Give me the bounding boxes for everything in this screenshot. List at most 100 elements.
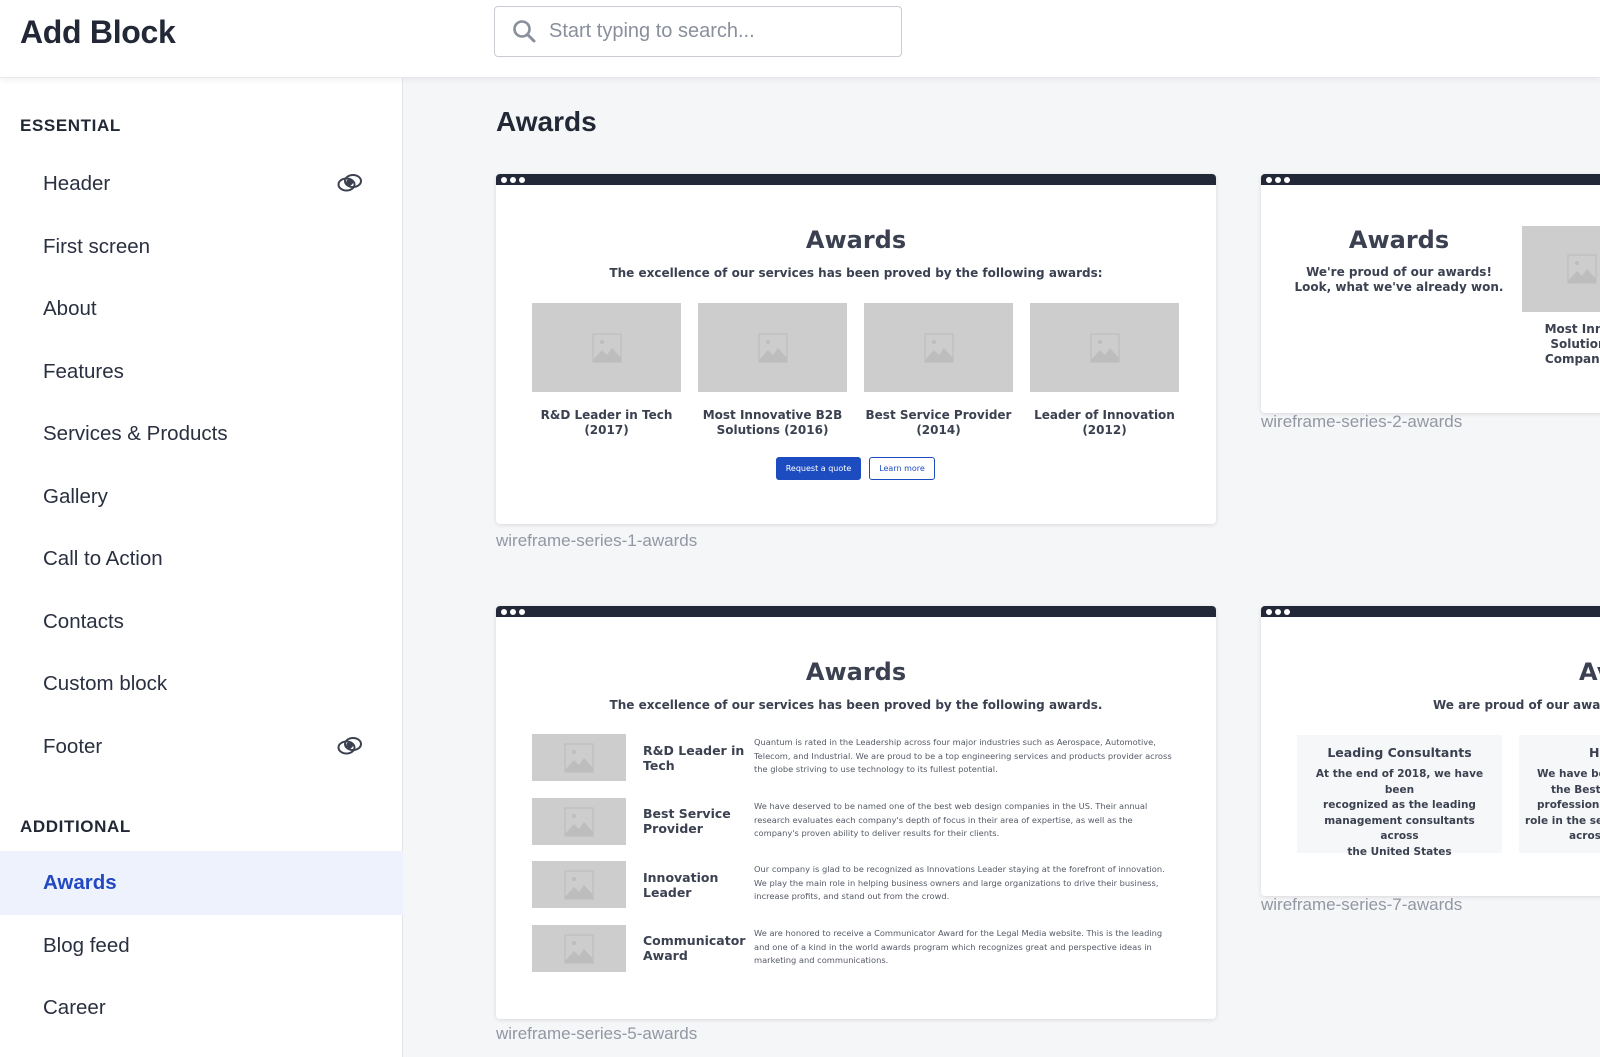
sidebar-item-label: Features — [43, 360, 124, 383]
search-box[interactable] — [494, 6, 902, 57]
sidebar-item-label: First screen — [43, 235, 151, 258]
award-box: Hi We have bee the Best I professional r… — [1519, 735, 1600, 853]
sidebar-item-call-to-action[interactable]: Call to Action — [0, 527, 403, 591]
award-name: Most Innovative B2B — [702, 408, 843, 422]
award-box-title: Hi — [1589, 745, 1600, 760]
page-title: Add Block — [20, 14, 176, 50]
window-dot-icon — [1266, 176, 1272, 183]
sidebar-item-gallery[interactable]: Gallery — [0, 465, 403, 529]
window-dot-icon — [519, 176, 525, 183]
award-title-line: Leader — [643, 885, 692, 900]
award-year: (2012) — [1082, 423, 1127, 437]
image-placeholder — [532, 734, 626, 781]
sidebar-item-label: Services & Products — [43, 422, 228, 445]
subtitle-line: Look, what we've already won. — [1294, 280, 1504, 294]
visibility-toggle-icon[interactable] — [336, 172, 364, 194]
award-row-title: Innovation Leader — [643, 870, 718, 900]
sidebar-item-footer[interactable]: Footer — [0, 715, 403, 779]
template-card-series-2[interactable]: Awards We're proud of our awards! Look, … — [1261, 174, 1600, 413]
window-dot-icon — [1266, 608, 1272, 615]
sidebar-item-label: Call to Action — [43, 547, 163, 570]
subtitle-line: We're proud of our awards! — [1306, 265, 1492, 279]
image-placeholder — [532, 925, 626, 972]
window-dot-icon — [501, 608, 507, 615]
text-line: management consultants across — [1324, 814, 1475, 843]
search-input[interactable] — [549, 20, 879, 43]
award-row-title: Best Service Provider — [643, 806, 731, 836]
award-row-text: Quantum is rated in the Leadership acros… — [754, 737, 1172, 774]
image-icon — [564, 869, 594, 900]
preview-title: Awards — [805, 658, 907, 686]
sidebar-item-header[interactable]: Header — [0, 152, 403, 216]
award-name: Companies — [1544, 352, 1600, 366]
award-title-line: Best Service — [643, 806, 731, 821]
award-caption: Leader of Innovation (2012) — [1020, 408, 1189, 438]
visibility-toggle-icon[interactable] — [336, 735, 364, 757]
sidebar-item-contacts[interactable]: Contacts — [0, 590, 403, 654]
sidebar-item-career[interactable]: Career — [0, 976, 403, 1040]
text-line: At the end of 2018, we have been — [1315, 768, 1484, 796]
window-dot-icon — [1275, 176, 1281, 183]
award-title-line: Award — [643, 948, 688, 963]
award-name: Best Service Provider — [865, 408, 1012, 422]
sidebar-item-label: Blog feed — [43, 934, 130, 957]
award-name: Leader of Innovation — [1034, 408, 1175, 422]
preview-subtitle: We are proud of our award — [1433, 698, 1600, 712]
award-title-line: Communicator — [643, 933, 746, 948]
preview-subtitle: The excellence of our services has been … — [609, 698, 1103, 712]
preview-title: Awards — [805, 226, 907, 254]
window-chrome — [1261, 174, 1600, 185]
sidebar-item-features[interactable]: Features — [0, 340, 403, 404]
text-line: the Best I — [1551, 783, 1600, 796]
text-line: We have bee — [1537, 768, 1600, 780]
image-icon — [564, 806, 594, 837]
award-box-text: We have bee the Best I professional role… — [1519, 767, 1600, 845]
section-title: Awards — [496, 106, 597, 137]
template-caption: wireframe-series-1-awards — [496, 531, 698, 550]
image-placeholder — [864, 303, 1013, 392]
image-icon — [1089, 332, 1120, 363]
sidebar-item-services-products[interactable]: Services & Products — [0, 402, 403, 466]
award-year: (2017) — [584, 423, 629, 437]
template-card-series-5[interactable]: Awards The excellence of our services ha… — [496, 606, 1216, 1019]
sidebar-item-blog-feed[interactable]: Blog feed — [0, 914, 403, 978]
template-card-series-7[interactable]: Av We are proud of our award Leading Con… — [1261, 606, 1600, 896]
award-row-text: We are honored to receive a Communicator… — [754, 928, 1163, 965]
image-icon — [923, 332, 954, 363]
image-placeholder — [1030, 303, 1179, 392]
sidebar-item-label: Custom block — [43, 672, 168, 695]
window-dot-icon — [510, 608, 516, 615]
award-box: Leading Consultants At the end of 2018, … — [1297, 735, 1502, 858]
award-name: Solutions — [1550, 337, 1600, 351]
award-year: (2014) — [916, 423, 961, 437]
award-caption: Most Innov Solutions Companies — [1517, 322, 1600, 367]
award-title-line: Provider — [643, 821, 703, 836]
image-icon — [591, 332, 622, 363]
window-dot-icon — [1284, 608, 1290, 615]
image-icon — [1567, 254, 1597, 284]
section-label-additional: ADDITIONAL — [20, 817, 131, 836]
award-box-text: At the end of 2018, we have been recogni… — [1297, 767, 1502, 860]
window-chrome — [1261, 606, 1600, 617]
award-row-title: R&D Leader in Tech — [643, 743, 744, 773]
image-icon — [757, 332, 788, 363]
text-line: professional — [1537, 799, 1600, 811]
image-placeholder — [1522, 226, 1600, 312]
window-dot-icon — [519, 608, 525, 615]
image-placeholder — [532, 798, 626, 845]
template-card-series-1[interactable]: Awards The excellence of our services ha… — [496, 174, 1216, 524]
award-title-line: R&D Leader in — [643, 743, 745, 758]
award-caption: Best Service Provider (2014) — [854, 408, 1023, 438]
award-name: Most Innov — [1544, 322, 1600, 336]
sidebar-item-label: Contacts — [43, 610, 124, 633]
sidebar-item-label: Header — [43, 172, 111, 195]
sidebar-item-custom-block[interactable]: Custom block — [0, 652, 403, 716]
preview-subtitle: We're proud of our awards! Look, what we… — [1261, 265, 1537, 295]
window-dot-icon — [1284, 176, 1290, 183]
sidebar-item-awards[interactable]: Awards — [0, 851, 403, 915]
sidebar-item-first-screen[interactable]: First screen — [0, 215, 403, 279]
template-caption: wireframe-series-5-awards — [496, 1024, 698, 1043]
sidebar-item-about[interactable]: About — [0, 277, 403, 341]
sidebar-item-label: Career — [43, 996, 106, 1019]
image-icon — [564, 933, 594, 964]
